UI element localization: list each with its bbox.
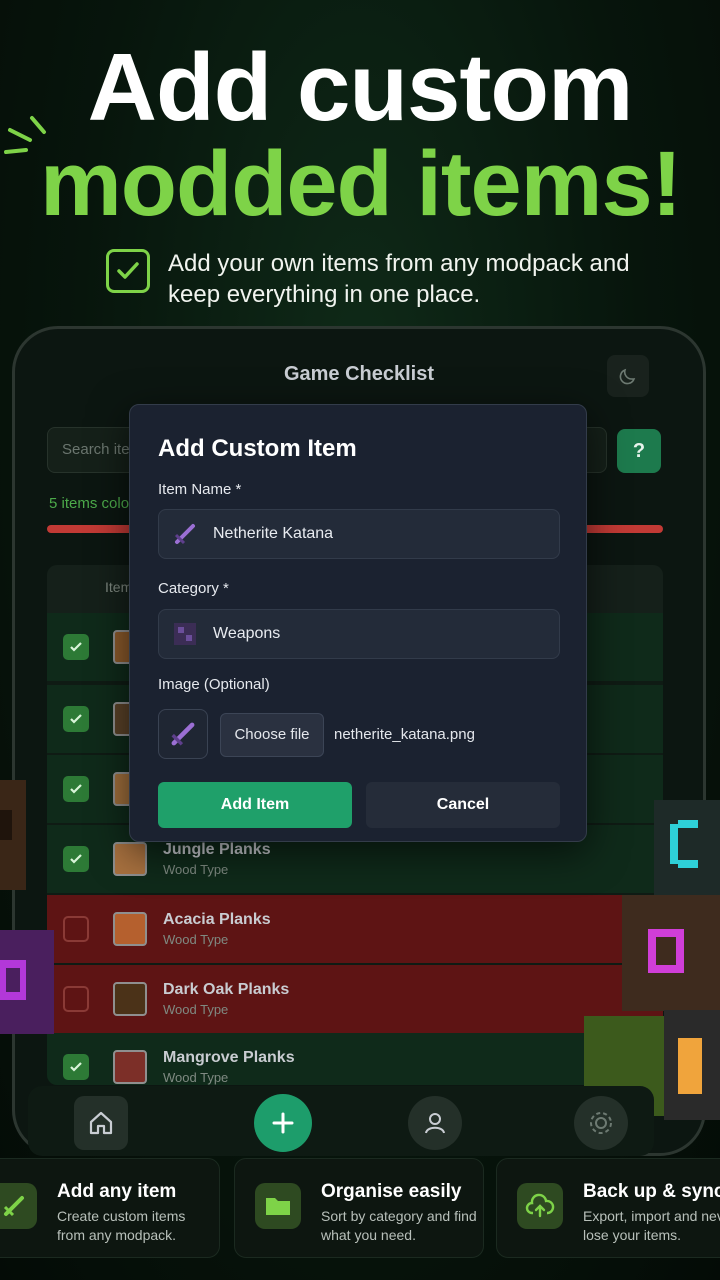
item-category: Wood Type — [163, 1002, 229, 1017]
category-label: Category * — [158, 580, 229, 597]
nav-home-button[interactable] — [74, 1096, 128, 1150]
home-icon — [89, 1111, 113, 1135]
sword-icon — [171, 722, 195, 746]
item-name-label: Item Name * — [158, 481, 242, 498]
selected-file-name: netherite_katana.png — [334, 726, 475, 743]
nav-settings-button[interactable] — [574, 1096, 628, 1150]
dialog-title: Add Custom Item — [158, 435, 357, 462]
plus-icon — [272, 1112, 294, 1134]
category-value: Weapons — [213, 625, 281, 642]
item-icon — [113, 982, 147, 1016]
feature-desc: Export, import and never lose your items… — [583, 1208, 720, 1243]
item-name: Acacia Planks — [163, 911, 271, 928]
amethyst-block-decoration — [0, 930, 54, 1034]
item-category: Wood Type — [163, 1070, 229, 1085]
row-checkbox[interactable] — [63, 776, 89, 802]
folder-icon — [255, 1183, 301, 1229]
row-checkbox[interactable] — [63, 634, 89, 660]
feature-title: Organise easily — [321, 1181, 462, 1202]
add-custom-item-dialog: Add Custom Item Item Name * Netherite Ka… — [129, 404, 587, 842]
choose-file-button[interactable]: Choose file — [220, 713, 324, 757]
feature-card-backup: Back up & sync Export, import and never … — [496, 1158, 720, 1258]
table-row[interactable]: Dark Oak Planks Wood Type — [47, 965, 663, 1033]
add-item-button[interactable]: Add Item — [158, 782, 352, 828]
feature-desc: Create custom items from any modpack. — [57, 1208, 186, 1243]
dark-mode-toggle[interactable] — [607, 355, 649, 397]
hero-subtitle: Add your own items from any modpack and … — [168, 250, 630, 308]
app-title: Game Checklist — [283, 363, 435, 385]
feature-title: Add any item — [57, 1181, 177, 1202]
user-icon — [425, 1113, 445, 1134]
row-checkbox[interactable] — [63, 706, 89, 732]
item-name-input[interactable]: Netherite Katana — [158, 509, 560, 559]
nav-profile-button[interactable] — [408, 1096, 462, 1150]
hero-title-line-2: modded items! — [40, 133, 682, 235]
progress-text: 5 items colo — [49, 495, 130, 512]
item-icon — [113, 842, 147, 876]
item-category: Wood Type — [163, 862, 229, 877]
item-icon — [113, 912, 147, 946]
cancel-button[interactable]: Cancel — [366, 782, 560, 828]
table-row[interactable]: Mangrove Planks Wood Type — [47, 1033, 663, 1085]
sword-icon — [0, 1183, 37, 1229]
row-checkbox[interactable] — [63, 1054, 89, 1080]
checkbox-icon — [106, 249, 150, 293]
sword-icon — [174, 524, 195, 545]
help-button[interactable]: ? — [617, 429, 661, 473]
feature-title: Back up & sync — [583, 1181, 720, 1202]
feature-card-add: Add any item Create custom items from an… — [0, 1158, 220, 1258]
item-name-value: Netherite Katana — [213, 525, 334, 542]
image-label: Image (Optional) — [158, 676, 270, 693]
item-icon — [113, 1050, 147, 1084]
category-select[interactable]: Weapons — [158, 609, 560, 659]
netherite-block-decoration — [622, 895, 720, 1011]
row-checkbox[interactable] — [63, 846, 89, 872]
hero-title-line-1: Add custom — [87, 34, 634, 141]
row-checkbox[interactable] — [63, 916, 89, 942]
block-decoration-left — [0, 780, 26, 890]
bottom-navigation — [28, 1086, 654, 1156]
gear-icon — [590, 1112, 612, 1134]
feature-card-organise: Organise easily Sort by category and fin… — [234, 1158, 484, 1258]
obsidian-block-icon — [174, 623, 196, 645]
row-checkbox[interactable] — [63, 986, 89, 1012]
item-name: Mangrove Planks — [163, 1049, 295, 1066]
item-name: Dark Oak Planks — [163, 981, 290, 998]
nav-add-button[interactable] — [254, 1094, 312, 1152]
moon-icon — [619, 368, 636, 385]
table-row[interactable]: Acacia Planks Wood Type — [47, 895, 663, 963]
feature-desc: Sort by category and find what you need. — [321, 1208, 477, 1243]
item-name: Jungle Planks — [163, 841, 271, 858]
image-preview — [158, 709, 208, 759]
item-category: Wood Type — [163, 932, 229, 947]
diamond-ore-decoration — [654, 800, 720, 896]
cloud-upload-icon — [517, 1183, 563, 1229]
